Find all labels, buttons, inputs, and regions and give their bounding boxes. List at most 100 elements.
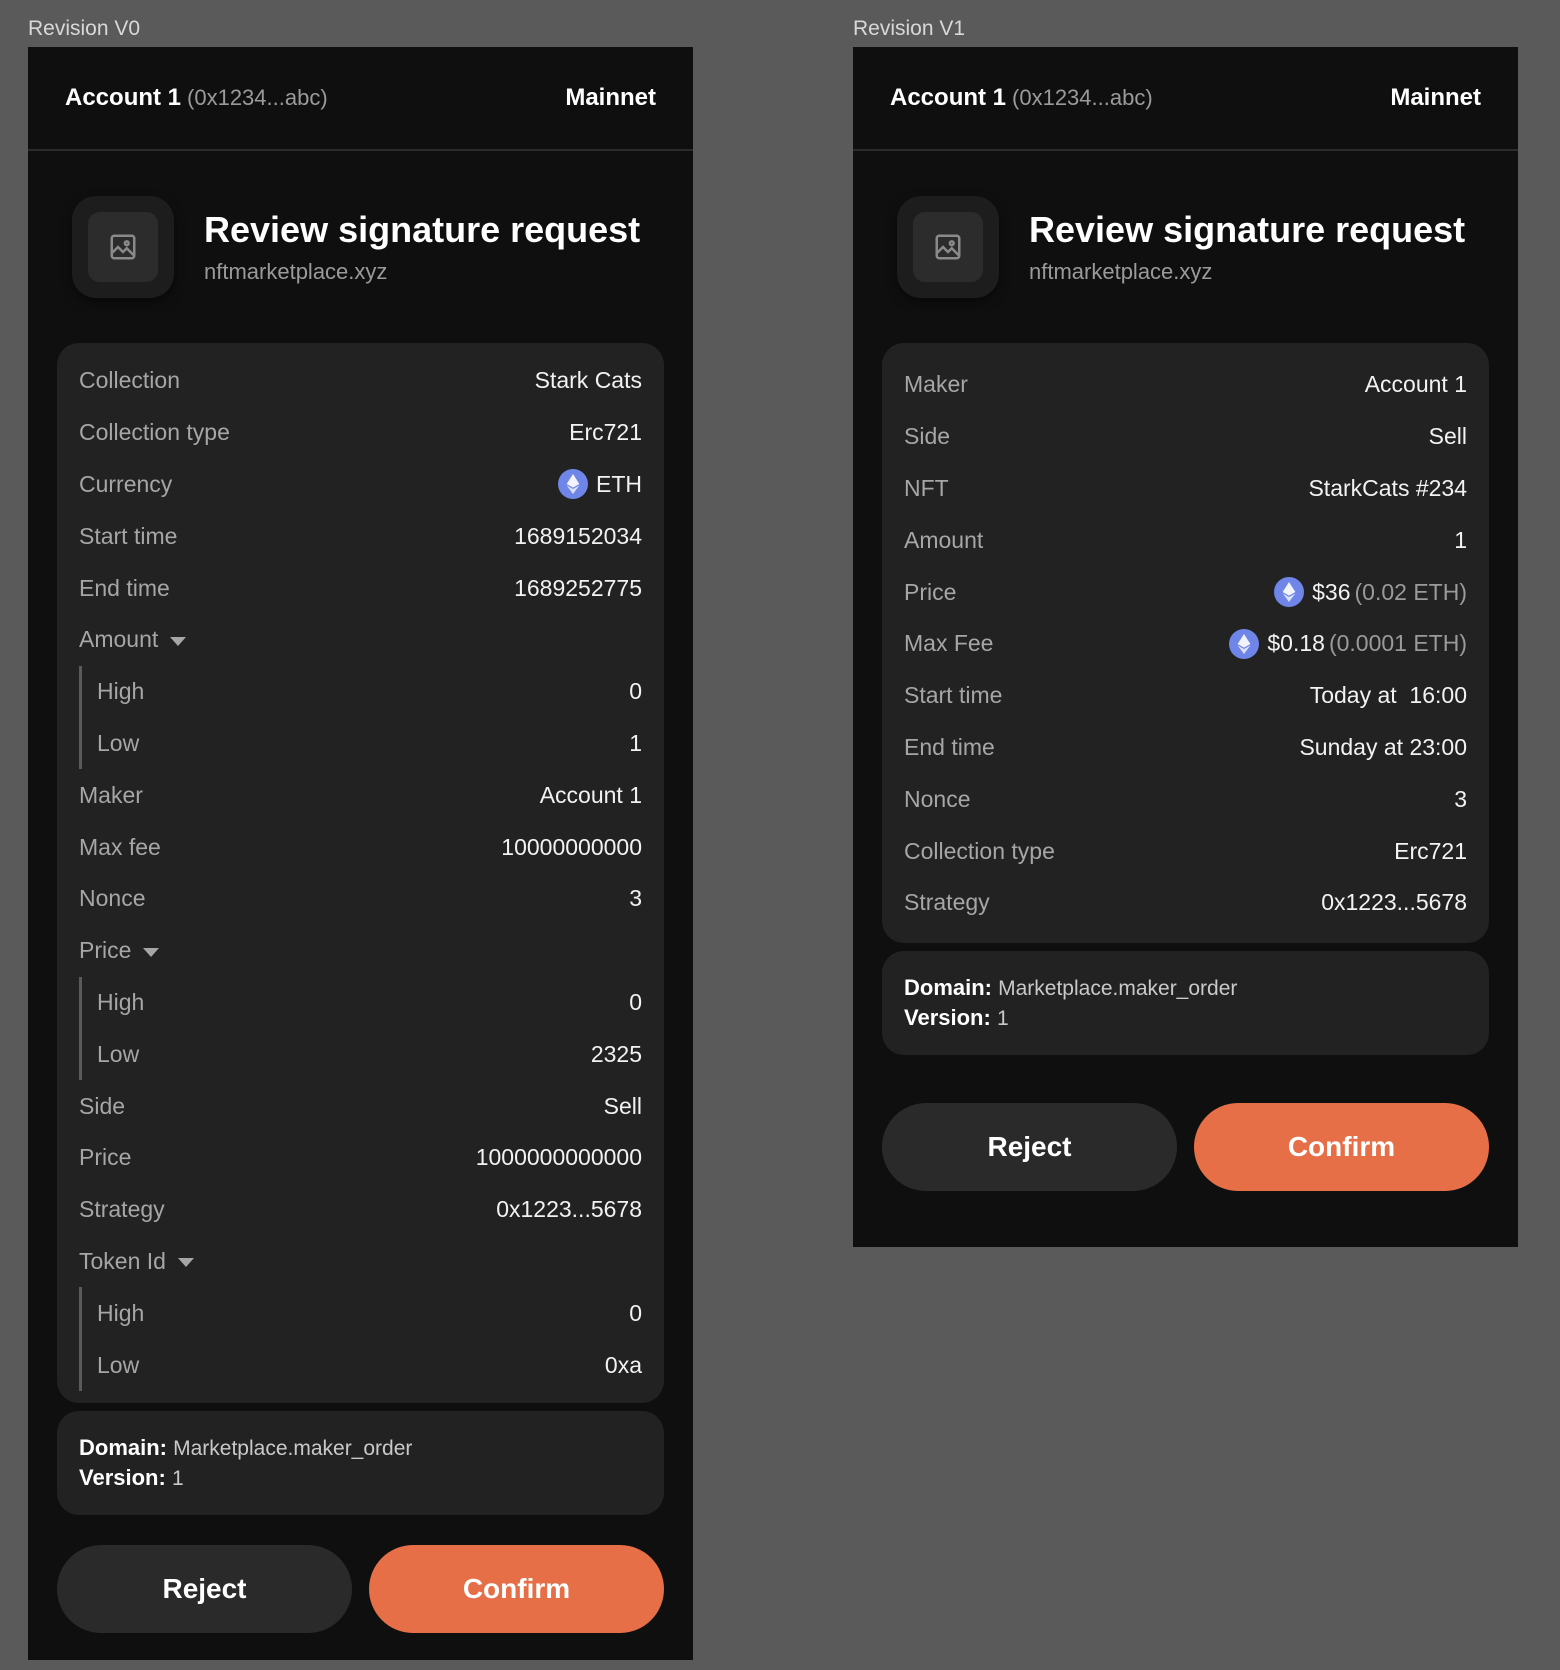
signature-request-panel-v0: Account 1 (0x1234...abc) Mainnet Review s… [28, 47, 693, 1660]
detail-value: 1689152034 [514, 522, 642, 549]
detail-key: Max fee [79, 833, 161, 860]
detail-value: 0xa [604, 1351, 642, 1378]
detail-key: Side [79, 1092, 126, 1119]
domain-value: Marketplace.maker_order [998, 976, 1238, 1000]
detail-value: 1689252775 [514, 574, 642, 601]
ethereum-icon [558, 469, 588, 500]
account-name: Account 1 [65, 84, 182, 111]
image-placeholder-icon [110, 234, 136, 260]
signature-request-panel-v1: Account 1 (0x1234...abc) Mainnet Review s… [853, 47, 1518, 1247]
domain-value: Marketplace.maker_order [173, 1436, 413, 1460]
detail-row-strategy: Strategy 0x1223...5678 [904, 877, 1467, 929]
reject-button[interactable]: Reject [57, 1544, 352, 1633]
detail-key: End time [79, 574, 170, 601]
detail-value: 3 [629, 885, 642, 912]
detail-row-currency: Currency ETH [79, 459, 642, 511]
max-fee-eth: (0.0001 ETH) [1328, 630, 1467, 657]
detail-row-max-fee: Max Fee $0.18 (0.0001 ETH) [904, 618, 1467, 670]
detail-row-price: Price 1000000000000 [79, 1132, 642, 1184]
panel-header: Account 1 (0x1234...abc) Mainnet [853, 47, 1518, 151]
detail-key: Start time [79, 522, 178, 549]
detail-key: Collection [79, 367, 180, 394]
detail-row-nft: NFT StarkCats #234 [904, 463, 1467, 515]
ethereum-icon [1229, 628, 1260, 659]
version-label: Version: [904, 1004, 991, 1030]
detail-key: Amount [904, 526, 984, 553]
network-selector[interactable]: Mainnet [565, 84, 656, 112]
token-id-group: High 0 Low 0xa [79, 1287, 642, 1391]
detail-key: Side [904, 423, 951, 450]
account-address: (0x1234...abc) [1012, 85, 1153, 110]
token-id-group-toggle[interactable]: Token Id [79, 1236, 642, 1288]
detail-row-start-time: Start time 1689152034 [79, 510, 642, 562]
detail-key: Maker [79, 781, 143, 808]
detail-row-price-high: High 0 [97, 977, 642, 1029]
price-group: High 0 Low 2325 [79, 976, 642, 1081]
action-buttons: Reject Confirm [882, 1102, 1489, 1191]
domain-card: Domain: Marketplace.maker_order Version:… [57, 1410, 664, 1515]
detail-value: StarkCats #234 [1308, 474, 1467, 501]
caret-down-icon [177, 1258, 194, 1268]
detail-value: Erc721 [569, 419, 642, 446]
message-details-card: Collection Stark Cats Collection type Erc7… [57, 343, 664, 1403]
detail-row-start-time: Start time Today at 16:00 [904, 670, 1467, 722]
detail-row-collection-type: Collection type Erc721 [79, 407, 642, 459]
account-selector[interactable]: Account 1 (0x1234...abc) [890, 84, 1153, 112]
request-header: Review signature request nftmarketplace.… [853, 151, 1518, 343]
detail-value: 1 [629, 729, 642, 756]
detail-key: Max Fee [904, 630, 994, 657]
request-header: Review signature request nftmarketplace.… [28, 151, 693, 343]
detail-row-nonce: Nonce 3 [904, 773, 1467, 825]
detail-key: Strategy [904, 889, 990, 916]
detail-value: 1 [1454, 526, 1467, 553]
caret-down-icon [170, 636, 187, 646]
detail-row-max-fee: Max fee 10000000000 [79, 821, 642, 873]
detail-key: Currency [79, 470, 173, 497]
detail-value: 0 [629, 988, 642, 1015]
detail-value: 0x1223...5678 [1321, 889, 1467, 916]
reject-button[interactable]: Reject [882, 1102, 1177, 1191]
detail-row-token-high: High 0 [97, 1287, 642, 1339]
detail-key: Price [79, 937, 132, 964]
price-group-toggle[interactable]: Price [79, 925, 642, 977]
detail-value: Erc721 [1394, 837, 1467, 864]
detail-value: 1000000000000 [475, 1144, 642, 1171]
detail-row-price: Price $36 (0.02 ETH) [904, 566, 1467, 618]
panel-header: Account 1 (0x1234...abc) Mainnet [28, 47, 693, 151]
confirm-button[interactable]: Confirm [1194, 1102, 1489, 1191]
version-label: Version: [79, 1464, 166, 1490]
detail-value: 0 [629, 678, 642, 705]
detail-row-amount-low: Low 1 [97, 718, 642, 770]
network-selector[interactable]: Mainnet [1390, 84, 1481, 112]
domain-label: Domain: [79, 1434, 167, 1460]
detail-row-end-time: End time Sunday at 23:00 [904, 722, 1467, 774]
detail-key: Nonce [79, 885, 146, 912]
price-eth: (0.02 ETH) [1354, 578, 1467, 605]
origin-url: nftmarketplace.xyz [1029, 259, 1213, 284]
account-name: Account 1 [890, 84, 1007, 111]
detail-row-strategy: Strategy 0x1223...5678 [79, 1184, 642, 1236]
max-fee-fiat: $0.18 [1267, 630, 1325, 657]
page-title: Review signature request [204, 209, 641, 250]
detail-key: Collection type [79, 419, 230, 446]
detail-value: 3 [1454, 785, 1467, 812]
confirm-button[interactable]: Confirm [369, 1544, 664, 1633]
dapp-icon [72, 196, 174, 298]
version-value: 1 [996, 1006, 1009, 1030]
detail-key: High [97, 678, 145, 705]
price-fiat: $36 [1312, 578, 1351, 605]
detail-row-token-low: Low 0xa [97, 1339, 642, 1391]
amount-group-toggle[interactable]: Amount [79, 614, 642, 666]
account-address: (0x1234...abc) [187, 85, 328, 110]
origin-url: nftmarketplace.xyz [204, 259, 388, 284]
detail-value: Stark Cats [534, 367, 642, 394]
detail-value: Account 1 [1364, 371, 1467, 398]
detail-value: Today at 16:00 [1309, 682, 1467, 709]
detail-key: NFT [904, 474, 949, 501]
currency-value: ETH [596, 470, 642, 497]
detail-key: Price [79, 1144, 132, 1171]
domain-label: Domain: [904, 974, 992, 1000]
detail-row-price-low: Low 2325 [97, 1028, 642, 1080]
account-selector[interactable]: Account 1 (0x1234...abc) [65, 84, 328, 112]
version-value: 1 [171, 1466, 184, 1490]
